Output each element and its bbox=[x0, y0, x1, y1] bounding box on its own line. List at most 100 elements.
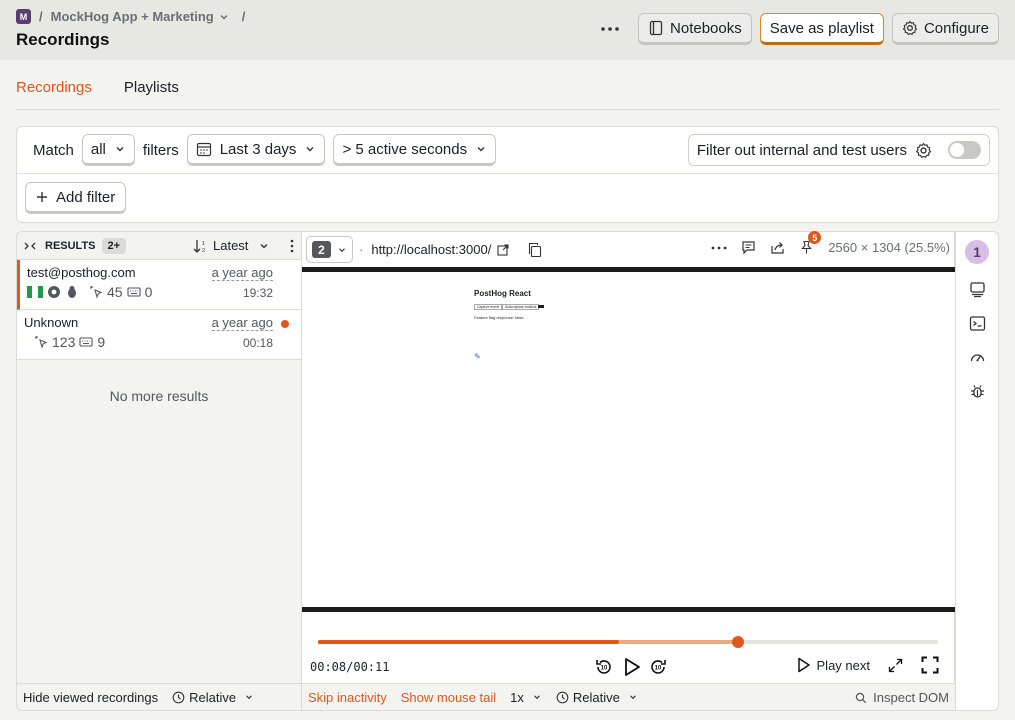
match-select[interactable]: all bbox=[81, 134, 135, 166]
recording-person: test@posthog.com bbox=[27, 265, 136, 280]
os-linux-icon bbox=[68, 286, 76, 298]
notification-badge: 5 bbox=[808, 231, 822, 244]
speed-select[interactable]: 1x bbox=[510, 690, 542, 705]
show-mouse-tail-toggle[interactable]: Show mouse tail bbox=[401, 690, 496, 705]
top-bar: M / MockHog App + Marketing / Recordings… bbox=[0, 0, 1015, 60]
seekbar[interactable] bbox=[318, 636, 938, 648]
plus-icon bbox=[37, 192, 47, 202]
player-top-bar: 2 · http://localhost:3000/ 5 2560 × 1304… bbox=[302, 231, 954, 267]
chevron-down-icon bbox=[533, 695, 540, 700]
player-footer: Skip inactivity Show mouse tail 1x Relat… bbox=[302, 683, 955, 710]
share-icon[interactable] bbox=[770, 240, 785, 255]
collapse-icon[interactable] bbox=[23, 240, 37, 252]
sort-select[interactable]: 12 Latest bbox=[193, 238, 296, 253]
date-range-value: Last 3 days bbox=[219, 140, 297, 158]
match-label: Match bbox=[33, 141, 74, 159]
rewind-10-icon[interactable]: 10 bbox=[594, 657, 614, 677]
breadcrumb-separator: / bbox=[39, 9, 43, 24]
click-icon bbox=[35, 336, 48, 349]
url-separator-dot: · bbox=[359, 242, 364, 257]
configure-button[interactable]: Configure bbox=[891, 13, 999, 45]
list-header: RESULTS 2+ 12 Latest bbox=[17, 232, 301, 260]
replay-cursor-icon: ✎ bbox=[474, 352, 481, 361]
replay-viewport[interactable]: PostHog React Capture event Autocapture … bbox=[302, 267, 955, 612]
configure-label: Configure bbox=[923, 19, 989, 37]
page-title: Recordings bbox=[16, 30, 110, 49]
more-horizontal-icon[interactable] bbox=[711, 246, 727, 250]
chevron-down-icon bbox=[629, 695, 636, 700]
browser-chrome-icon bbox=[48, 286, 60, 298]
add-filter-label: Add filter bbox=[56, 188, 116, 206]
current-url: http://localhost:3000/ bbox=[371, 242, 543, 258]
chevron-down-icon bbox=[246, 695, 253, 700]
gear-icon[interactable] bbox=[915, 142, 932, 159]
filters-label: filters bbox=[142, 141, 179, 159]
breadcrumb-project[interactable]: MockHog App + Marketing bbox=[51, 9, 230, 24]
clock-icon bbox=[172, 691, 185, 703]
notebooks-button[interactable]: Notebooks bbox=[638, 13, 752, 45]
list-footer: Hide viewed recordings Relative bbox=[17, 683, 301, 710]
no-more-results: No more results bbox=[109, 388, 209, 404]
player-right-controls: Play next bbox=[797, 656, 939, 674]
copy-icon[interactable] bbox=[527, 242, 543, 258]
chevron-down-icon bbox=[306, 147, 314, 152]
comment-icon[interactable] bbox=[741, 240, 756, 255]
seekbar-played bbox=[318, 640, 619, 644]
expand-icon[interactable] bbox=[888, 658, 903, 673]
playback-buttons: 10 10 bbox=[594, 656, 668, 678]
svg-text:1: 1 bbox=[202, 241, 205, 247]
resolution-label: 2560 × 1304 (25.5%) bbox=[828, 240, 950, 255]
chevron-down-icon bbox=[116, 147, 124, 152]
console-icon[interactable] bbox=[969, 315, 986, 332]
click-icon bbox=[90, 286, 103, 299]
sort-icon: 12 bbox=[193, 239, 205, 253]
svg-text:2: 2 bbox=[202, 248, 205, 253]
project-avatar[interactable]: M bbox=[16, 9, 31, 24]
performance-icon[interactable] bbox=[969, 349, 986, 366]
pin-button[interactable]: 5 bbox=[799, 231, 822, 255]
player-controls: 00:08/00:11 10 10 Play next bbox=[302, 612, 955, 684]
time-mode-value: Relative bbox=[189, 689, 237, 705]
calendar-icon bbox=[196, 142, 211, 157]
tab-playlists[interactable]: Playlists bbox=[124, 76, 179, 110]
chevron-down-icon bbox=[220, 14, 228, 19]
play-icon[interactable] bbox=[620, 656, 642, 678]
events-icon[interactable] bbox=[969, 281, 986, 298]
recording-person: Unknown bbox=[24, 315, 79, 330]
filter-internal-users[interactable]: Filter out internal and test users bbox=[687, 134, 990, 166]
replay-autocapture-button: Autocapture buttons bbox=[502, 304, 540, 310]
person-badge[interactable]: 1 bbox=[965, 240, 989, 264]
skip-inactivity-toggle[interactable]: Skip inactivity bbox=[308, 690, 387, 705]
url-text[interactable]: http://localhost:3000/ bbox=[371, 242, 491, 257]
recordings-list: RESULTS 2+ 12 Latest test@posthog.com a … bbox=[16, 231, 302, 711]
more-menu-button[interactable] bbox=[596, 13, 624, 45]
more-vertical-icon[interactable] bbox=[288, 239, 296, 253]
list-item[interactable]: Unknown a year ago 123 9 00:18 bbox=[17, 310, 301, 360]
recording-duration: 00:18 bbox=[242, 336, 273, 350]
seekbar-handle[interactable] bbox=[732, 636, 745, 648]
time-mode-select[interactable]: Relative bbox=[172, 690, 254, 705]
replay-capture-button: Capture event bbox=[474, 304, 502, 310]
save-as-playlist-button[interactable]: Save as playlist bbox=[759, 13, 884, 45]
internal-users-toggle[interactable] bbox=[948, 141, 981, 159]
date-range-select[interactable]: Last 3 days bbox=[186, 134, 326, 166]
chevron-down-icon bbox=[477, 147, 485, 152]
forward-10-icon[interactable]: 10 bbox=[648, 657, 668, 677]
add-filter-button[interactable]: Add filter bbox=[25, 182, 127, 214]
player-actions: 5 2560 × 1304 (25.5%) bbox=[711, 231, 950, 255]
play-icon bbox=[797, 657, 810, 673]
inspect-dom-button[interactable]: Inspect DOM bbox=[855, 690, 949, 705]
play-next-button[interactable]: Play next bbox=[797, 657, 870, 673]
list-item[interactable]: test@posthog.com a year ago 45 0 19:32 bbox=[17, 260, 301, 310]
window-select[interactable]: 2 bbox=[306, 236, 353, 263]
bug-icon[interactable] bbox=[969, 383, 986, 400]
recording-duration: 19:32 bbox=[242, 286, 273, 300]
save-as-playlist-label: Save as playlist bbox=[769, 19, 874, 37]
player-time-mode-value: Relative bbox=[572, 689, 620, 705]
duration-filter-select[interactable]: > 5 active seconds bbox=[333, 134, 497, 166]
hide-viewed-toggle[interactable]: Hide viewed recordings bbox=[23, 690, 158, 705]
player-time-mode-select[interactable]: Relative bbox=[556, 690, 638, 705]
external-link-icon[interactable] bbox=[497, 243, 509, 256]
tab-recordings[interactable]: Recordings bbox=[16, 76, 92, 110]
fullscreen-icon[interactable] bbox=[921, 656, 939, 674]
